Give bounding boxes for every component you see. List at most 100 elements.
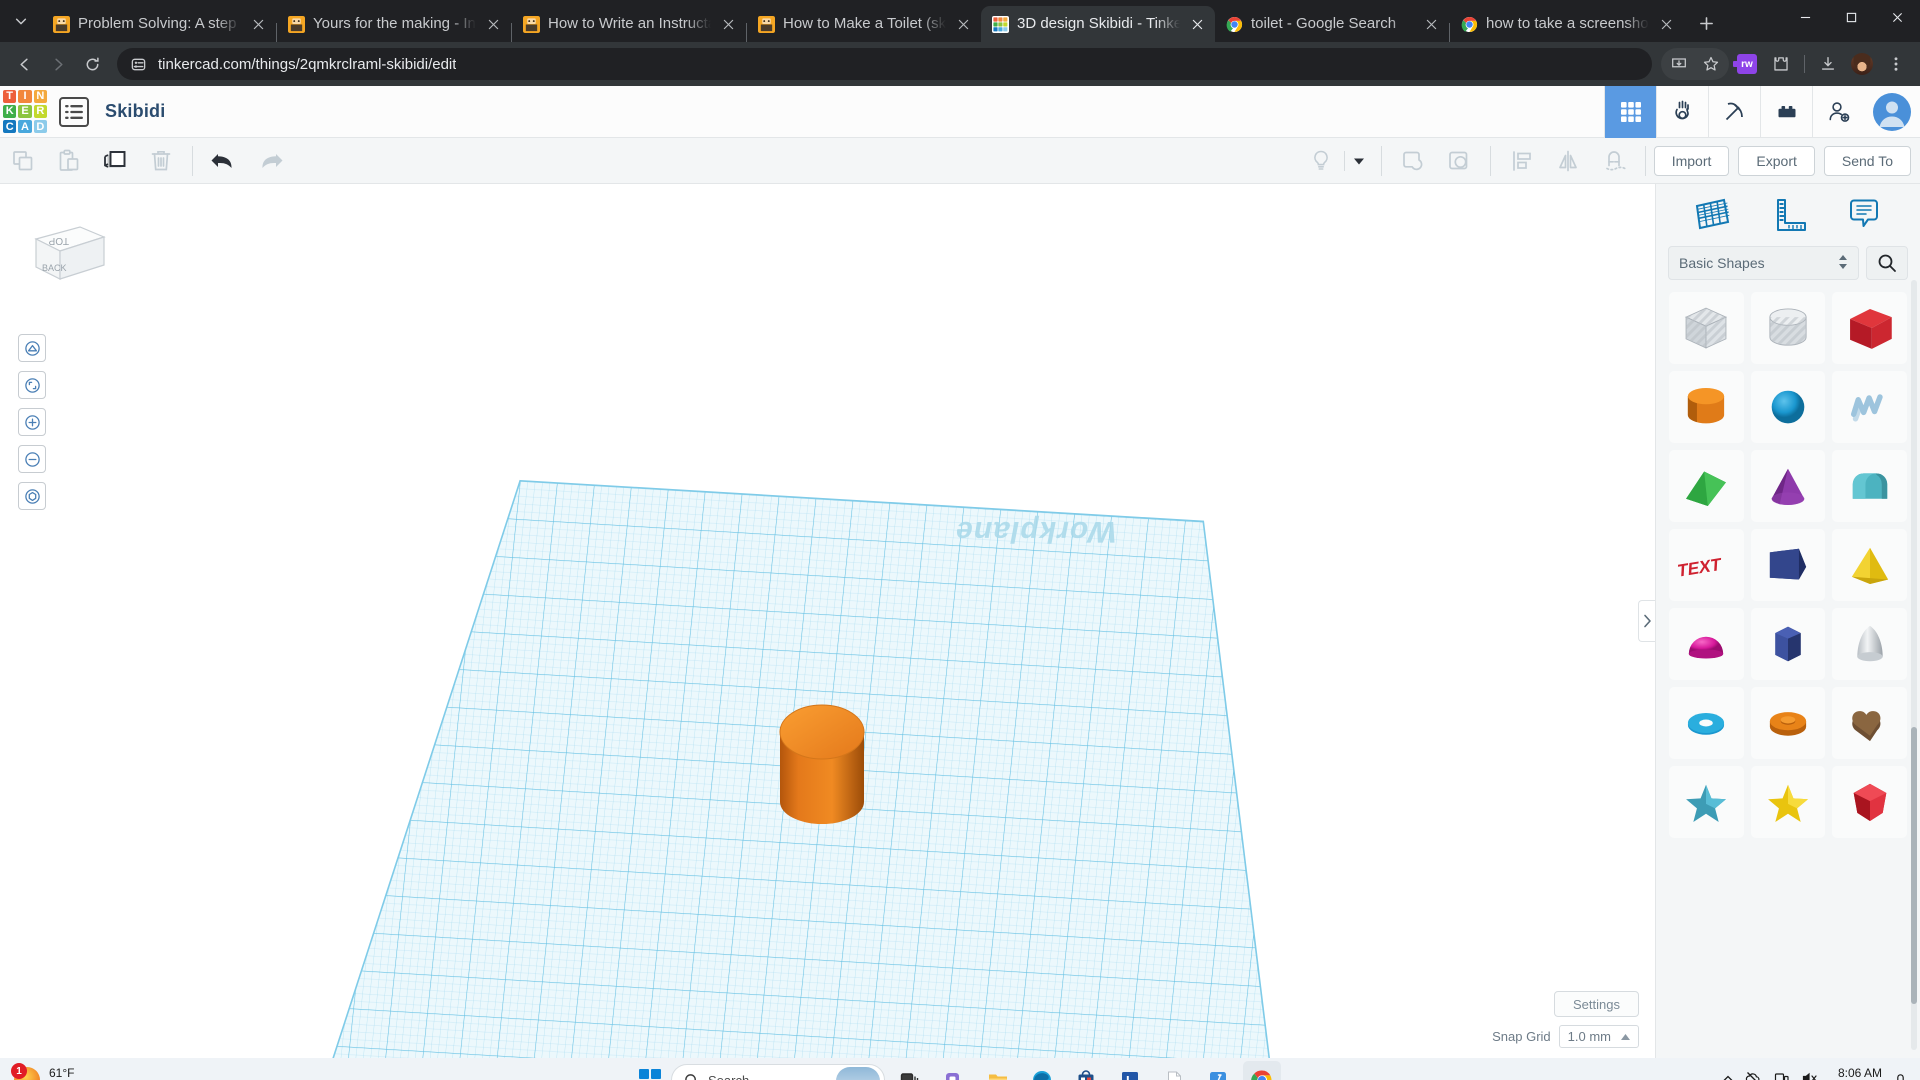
browser-tab[interactable]: How to Write an Instructable -: [512, 6, 746, 42]
shape-thumbnail-heart[interactable]: [1832, 687, 1907, 759]
back-button[interactable]: [8, 48, 40, 80]
ungroup-shapes-icon[interactable]: [1436, 141, 1482, 181]
export-button[interactable]: Export: [1738, 145, 1815, 176]
minecraft-pickaxe-icon[interactable]: [1708, 86, 1760, 138]
shape-thumbnail-star-yellow[interactable]: [1750, 766, 1826, 838]
browser-tab[interactable]: How to Make a Toilet (skibidi) o: [747, 6, 981, 42]
close-tab-button[interactable]: [719, 15, 738, 34]
shape-thumbnail-star-teal[interactable]: [1669, 766, 1744, 838]
browser-menu-icon[interactable]: [1880, 48, 1912, 80]
align-icon[interactable]: [1499, 141, 1545, 181]
taskbar-teams-icon[interactable]: [935, 1061, 973, 1080]
shape-thumbnail-sphere[interactable]: [1750, 371, 1826, 443]
shape-category-select[interactable]: Basic Shapes: [1668, 246, 1859, 280]
close-tab-button[interactable]: [249, 15, 268, 34]
shape-thumbnail-box-hole[interactable]: [1669, 292, 1744, 364]
notes-tab-icon[interactable]: [1839, 193, 1889, 237]
show-hidden-icons[interactable]: [1722, 1073, 1734, 1080]
bookmark-star-icon[interactable]: [1695, 48, 1727, 80]
workplane-tab-icon[interactable]: [1687, 193, 1737, 237]
volume-muted-icon[interactable]: [1801, 1070, 1819, 1080]
browser-tab[interactable]: toilet - Google Search: [1215, 6, 1449, 42]
site-info-icon[interactable]: [130, 56, 147, 73]
project-list-icon[interactable]: [59, 96, 89, 127]
orthographic-view-icon[interactable]: [18, 482, 46, 510]
shape-thumbnail-tube[interactable]: [1750, 687, 1826, 759]
close-tab-button[interactable]: [954, 15, 973, 34]
shapes-panel-scrollbar[interactable]: [1911, 280, 1917, 1050]
orange-cylinder-object[interactable]: [775, 704, 870, 854]
maximize-button[interactable]: [1828, 0, 1874, 34]
shape-thumbnail-box[interactable]: [1832, 292, 1907, 364]
tinkercad-logo[interactable]: TIN KER CAD: [3, 89, 47, 134]
shape-thumbnail-cylinder[interactable]: [1669, 371, 1744, 443]
grid-view-icon[interactable]: [1604, 86, 1656, 138]
install-app-icon[interactable]: [1663, 48, 1695, 80]
magnet-snap-icon[interactable]: [1591, 141, 1637, 181]
codeblocks-hand-icon[interactable]: [1656, 86, 1708, 138]
design-canvas[interactable]: Workplane TOP BACK Settings Snap Grid 1.…: [0, 184, 1655, 1058]
dropdown-caret-icon[interactable]: [1345, 141, 1373, 181]
shape-thumbnail-gem[interactable]: [1832, 766, 1907, 838]
profile-avatar[interactable]: [1846, 48, 1878, 80]
network-icon[interactable]: [1773, 1070, 1790, 1080]
mirror-flip-icon[interactable]: [1545, 141, 1591, 181]
shape-thumbnail-half-cylinder[interactable]: [1832, 450, 1907, 522]
taskbar-search[interactable]: Search: [671, 1064, 885, 1080]
onedrive-paused-icon[interactable]: [1745, 1070, 1762, 1080]
paste-icon[interactable]: [46, 141, 92, 181]
taskbar-clock[interactable]: 8:06 AM 9/11/2024: [1830, 1066, 1882, 1080]
tab-search-dropdown-icon[interactable]: [4, 4, 38, 38]
import-button[interactable]: Import: [1653, 145, 1730, 176]
duplicate-icon[interactable]: [92, 141, 138, 181]
close-tab-button[interactable]: [1422, 15, 1441, 34]
ruler-tab-icon[interactable]: [1763, 193, 1813, 237]
shape-thumbnail-paraboloid[interactable]: [1832, 608, 1907, 680]
new-tab-button[interactable]: [1689, 6, 1723, 40]
send-to-button[interactable]: Send To: [1823, 145, 1911, 176]
snap-grid-select[interactable]: 1.0 mm: [1558, 1025, 1639, 1048]
notification-bell-icon[interactable]: [1893, 1071, 1908, 1080]
shape-thumbnail-roof[interactable]: [1669, 450, 1744, 522]
minimize-button[interactable]: [1782, 0, 1828, 34]
taskbar-editor-icon[interactable]: [1199, 1061, 1237, 1080]
invite-person-icon[interactable]: [1812, 86, 1864, 138]
taskbar-file-explorer-icon[interactable]: [979, 1061, 1017, 1080]
forward-button[interactable]: [42, 48, 74, 80]
group-shapes-icon[interactable]: [1390, 141, 1436, 181]
settings-button[interactable]: Settings: [1554, 991, 1639, 1017]
shape-thumbnail-cylinder-hole[interactable]: [1750, 292, 1826, 364]
taskbar-notepad-icon[interactable]: [1155, 1061, 1193, 1080]
redo-icon[interactable]: [247, 141, 293, 181]
close-window-button[interactable]: [1874, 0, 1920, 34]
zoom-out-icon[interactable]: [18, 445, 46, 473]
close-tab-button[interactable]: [1188, 15, 1207, 34]
fit-to-view-icon[interactable]: [18, 371, 46, 399]
taskbar-lightshot-icon[interactable]: L: [1111, 1061, 1149, 1080]
address-bar[interactable]: tinkercad.com/things/2qmkrclraml-skibidi…: [117, 48, 1652, 80]
taskbar-edge-icon[interactable]: [1023, 1061, 1061, 1080]
browser-tab[interactable]: Yours for the making - Instructa: [277, 6, 511, 42]
taskbar-store-icon[interactable]: [1067, 1061, 1105, 1080]
search-icon[interactable]: [1866, 246, 1908, 280]
taskbar-chrome-icon[interactable]: [1243, 1061, 1281, 1080]
lightbulb-icon[interactable]: [1298, 141, 1344, 181]
shape-thumbnail-pyramid[interactable]: [1832, 529, 1907, 601]
shape-thumbnail-scribble[interactable]: [1832, 371, 1907, 443]
shape-thumbnail-hexagonal-prism[interactable]: [1750, 608, 1826, 680]
taskbar-task-view-icon[interactable]: [891, 1061, 929, 1080]
lego-brick-icon[interactable]: [1760, 86, 1812, 138]
zoom-in-icon[interactable]: [18, 408, 46, 436]
taskbar-weather-widget[interactable]: 1 61°F Sunny: [0, 1063, 83, 1080]
close-tab-button[interactable]: [1657, 15, 1676, 34]
shape-thumbnail-hemisphere[interactable]: [1669, 608, 1744, 680]
delete-trash-icon[interactable]: [138, 141, 184, 181]
home-view-icon[interactable]: [18, 334, 46, 362]
reload-button[interactable]: [76, 48, 108, 80]
rw-extension-icon[interactable]: rw: [1731, 48, 1763, 80]
browser-tab[interactable]: Problem Solving: A step by step: [42, 6, 276, 42]
shape-thumbnail-torus[interactable]: [1669, 687, 1744, 759]
shape-thumbnail-wedge[interactable]: [1750, 529, 1826, 601]
shape-thumbnail-cone[interactable]: [1750, 450, 1826, 522]
browser-tab-active[interactable]: 3D design Skibidi - Tinkercad: [981, 6, 1215, 42]
